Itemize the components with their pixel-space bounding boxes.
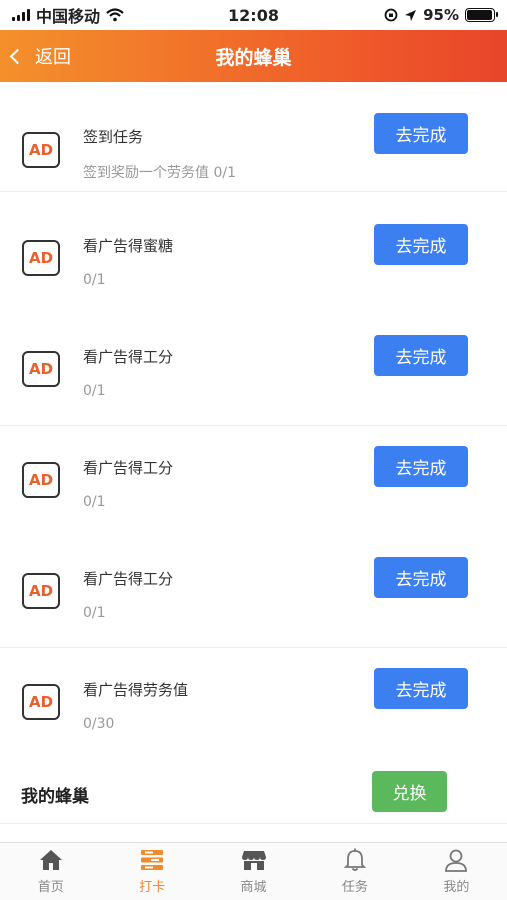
tab-checkin[interactable]: 打卡 xyxy=(101,843,202,900)
ad-icon: AD xyxy=(22,351,60,387)
ad-icon: AD xyxy=(22,132,60,168)
tab-label: 商城 xyxy=(240,880,267,895)
battery-fill xyxy=(467,10,492,20)
task-row: AD 签到任务签到奖励一个劳务值 0/1 去完成 xyxy=(0,82,507,192)
ad-icon: AD xyxy=(22,684,60,720)
tab-home[interactable]: 首页 xyxy=(0,843,101,900)
task-title: 看广告得劳务值 xyxy=(83,681,189,699)
bell-icon xyxy=(342,848,368,872)
battery-percent: 95% xyxy=(423,6,459,24)
tab-bar: 首页 打卡 商城 任务 我的 xyxy=(0,842,507,900)
shop-icon xyxy=(241,848,267,872)
task-progress: 0/1 xyxy=(83,272,106,288)
user-icon xyxy=(443,848,469,872)
hive-row: 我的蜂巢 兑换 xyxy=(0,760,507,824)
tab-label: 任务 xyxy=(341,880,368,895)
complete-task-button[interactable]: 去完成 xyxy=(374,335,468,376)
tab-label: 首页 xyxy=(37,880,64,895)
task-title: 看广告得蜜糖 xyxy=(83,237,174,255)
exchange-button[interactable]: 兑换 xyxy=(372,771,447,812)
task-row: AD 看广告得工分 0/1 去完成 xyxy=(0,427,507,537)
task-progress: 0/1 xyxy=(83,494,106,510)
battery-icon xyxy=(465,8,498,22)
home-icon xyxy=(38,848,64,872)
task-row: AD 看广告得工分 0/1 去完成 xyxy=(0,316,507,426)
tab-bell[interactable]: 任务 xyxy=(304,843,405,900)
tab-shop[interactable]: 商城 xyxy=(203,843,304,900)
carrier-label: 中国移动 xyxy=(36,7,101,26)
task-row: AD 看广告得劳务值 0/30 去完成 xyxy=(0,649,507,759)
signal-icon xyxy=(12,9,30,21)
wifi-icon xyxy=(106,8,124,22)
page-title: 我的蜂巢 xyxy=(215,46,292,69)
task-row: AD 看广告得工分 0/1 去完成 xyxy=(0,538,507,648)
location-icon xyxy=(405,9,417,21)
tab-label: 我的 xyxy=(443,880,470,895)
nav-header: 返回 我的蜂巢 xyxy=(0,30,507,82)
ad-icon: AD xyxy=(22,462,60,498)
task-progress: 0/1 xyxy=(83,605,106,621)
hive-label: 我的蜂巢 xyxy=(21,787,89,807)
complete-task-button[interactable]: 去完成 xyxy=(374,113,468,154)
task-title: 签到任务 xyxy=(83,128,144,146)
back-button[interactable]: 返回 xyxy=(9,30,71,82)
complete-task-button[interactable]: 去完成 xyxy=(374,557,468,598)
task-title: 看广告得工分 xyxy=(83,570,174,588)
task-title: 看广告得工分 xyxy=(83,348,174,366)
status-bar: 中国移动 12:08 95% xyxy=(0,0,507,30)
back-label: 返回 xyxy=(35,47,71,68)
rotation-lock-icon xyxy=(384,8,398,22)
ad-icon: AD xyxy=(22,573,60,609)
task-title: 看广告得工分 xyxy=(83,459,174,477)
task-progress: 0/1 xyxy=(83,383,106,399)
tab-label: 打卡 xyxy=(139,880,166,895)
task-progress: 签到奖励一个劳务值 0/1 xyxy=(83,165,236,181)
status-left: 中国移动 xyxy=(12,3,384,27)
status-right: 95% xyxy=(384,6,498,24)
complete-task-button[interactable]: 去完成 xyxy=(374,446,468,487)
complete-task-button[interactable]: 去完成 xyxy=(374,668,468,709)
complete-task-button[interactable]: 去完成 xyxy=(374,224,468,265)
checkin-icon xyxy=(139,848,165,872)
chevron-left-icon xyxy=(9,48,26,64)
ad-icon: AD xyxy=(22,240,60,276)
task-progress: 0/30 xyxy=(83,716,115,732)
task-row: AD 看广告得蜜糖 0/1 去完成 xyxy=(0,205,507,315)
tab-user[interactable]: 我的 xyxy=(406,843,507,900)
